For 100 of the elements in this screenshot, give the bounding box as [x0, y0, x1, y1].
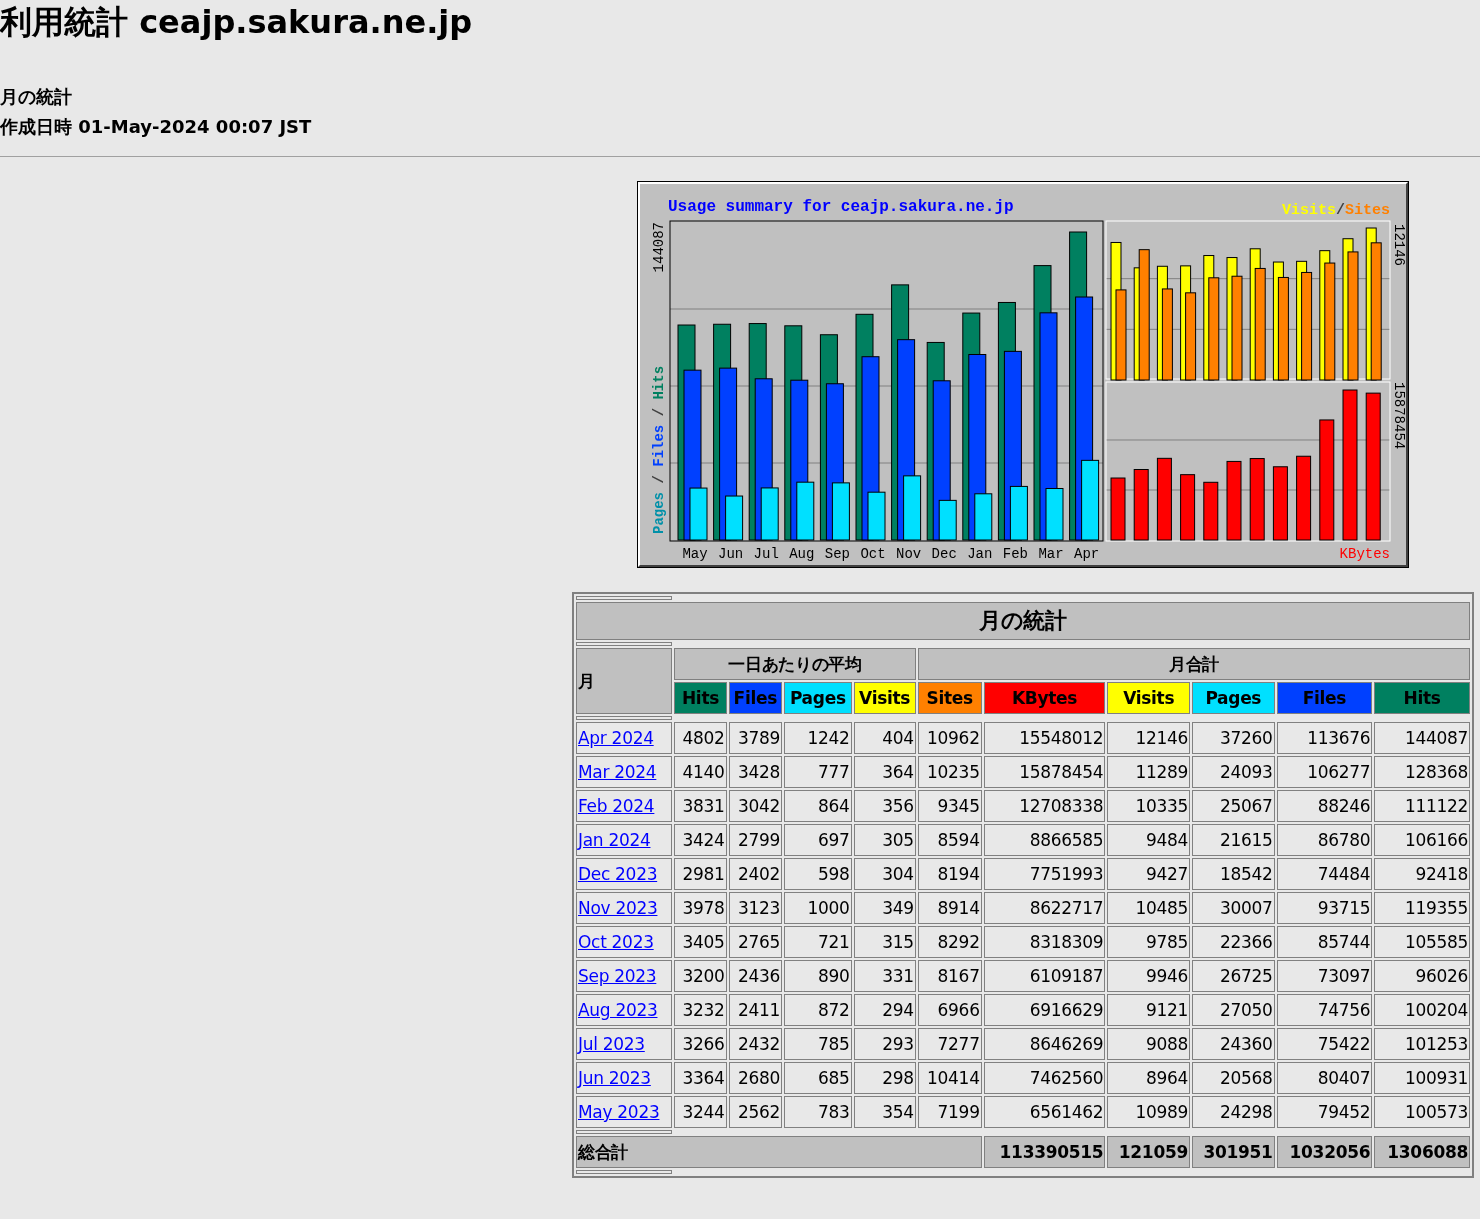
- table-cell: 3232: [674, 994, 727, 1026]
- table-cell: 73097: [1276, 960, 1373, 992]
- table-cell: 12708338: [983, 790, 1106, 822]
- table-cell: 721: [784, 926, 852, 958]
- table-cell: 27050: [1192, 994, 1275, 1026]
- table-cell: 304: [853, 858, 916, 890]
- table-cell: 305: [853, 824, 916, 856]
- table-cell: 15548012: [983, 722, 1106, 754]
- table-cell: 3244: [674, 1096, 727, 1128]
- table-cell: 1000: [784, 892, 852, 924]
- table-cell: 3266: [674, 1028, 727, 1060]
- axis-max-label: 144087: [651, 222, 667, 273]
- column-header: Hits: [674, 682, 727, 714]
- table-cell: 2432: [728, 1028, 783, 1060]
- table-cell: 8866585: [983, 824, 1106, 856]
- column-header: Files: [1276, 682, 1373, 714]
- table-cell: 79452: [1276, 1096, 1373, 1128]
- table-cell: 6561462: [983, 1096, 1106, 1128]
- table-cell: 2765: [728, 926, 783, 958]
- table-cell: 890: [784, 960, 852, 992]
- table-cell: 26725: [1192, 960, 1275, 992]
- table-cell: 74484: [1276, 858, 1373, 890]
- table-cell: 7462560: [983, 1062, 1106, 1094]
- table-cell: 10335: [1107, 790, 1190, 822]
- column-header: Files: [728, 682, 783, 714]
- column-header: Sites: [917, 682, 982, 714]
- table-cell: 4140: [674, 756, 727, 788]
- table-cell: 7751993: [983, 858, 1106, 890]
- table-cell: 105585: [1374, 926, 1470, 958]
- table-cell: 864: [784, 790, 852, 822]
- table-cell: 8964: [1107, 1062, 1190, 1094]
- table-cell: 3123: [728, 892, 783, 924]
- table-cell: 24360: [1192, 1028, 1275, 1060]
- table-cell: 21615: [1192, 824, 1275, 856]
- table-cell: 2436: [728, 960, 783, 992]
- table-cell: 9345: [917, 790, 982, 822]
- table-cell: 3200: [674, 960, 727, 992]
- table-cell: 9121: [1107, 994, 1190, 1026]
- table-cell: 354: [853, 1096, 916, 1128]
- table-cell: 8194: [917, 858, 982, 890]
- axis-max-label: 15878454: [1391, 382, 1406, 450]
- table-cell: 8167: [917, 960, 982, 992]
- table-cell: 3042: [728, 790, 783, 822]
- table-cell: 356: [853, 790, 916, 822]
- table-cell: 86780: [1276, 824, 1373, 856]
- kbytes-bar: [1203, 481, 1219, 541]
- table-cell: 11289: [1107, 756, 1190, 788]
- table-cell: 6916629: [983, 994, 1106, 1026]
- table-cell: 100931: [1374, 1062, 1470, 1094]
- table-cell: 685: [784, 1062, 852, 1094]
- month-label: Sep: [824, 546, 850, 562]
- table-cell: 10962: [917, 722, 982, 754]
- month-label: Feb: [1002, 546, 1028, 562]
- table-cell: 20568: [1192, 1062, 1275, 1094]
- axis-legend: Pages / Files / Hits: [651, 365, 667, 534]
- table-cell: 10485: [1107, 892, 1190, 924]
- column-header: Hits: [1374, 682, 1470, 714]
- column-header: Pages: [1192, 682, 1275, 714]
- table-cell: 8318309: [983, 926, 1106, 958]
- table-cell: 6109187: [983, 960, 1106, 992]
- table-cell: 106277: [1276, 756, 1373, 788]
- column-header: Visits: [853, 682, 916, 714]
- table-cell: 298: [853, 1062, 916, 1094]
- table-cell: 1242: [784, 722, 852, 754]
- table-cell: 12146: [1107, 722, 1190, 754]
- table-cell: 144087: [1374, 722, 1470, 754]
- table-cell: 9484: [1107, 824, 1190, 856]
- table-cell: 9946: [1107, 960, 1190, 992]
- table-cell: 3789: [728, 722, 783, 754]
- total-cell: 1032056: [1276, 1136, 1373, 1168]
- table-cell: 18542: [1192, 858, 1275, 890]
- table-cell: 349: [853, 892, 916, 924]
- total-cell: 301951: [1192, 1136, 1275, 1168]
- table-cell: 697: [784, 824, 852, 856]
- month-label: Mar: [1038, 546, 1064, 562]
- table-cell: 293: [853, 1028, 916, 1060]
- table-cell: 2799: [728, 824, 783, 856]
- table-cell: 783: [784, 1096, 852, 1128]
- chart-legend: Visits/Sites: [1281, 202, 1390, 219]
- table-cell: 96026: [1374, 960, 1470, 992]
- table-cell: 10414: [917, 1062, 982, 1094]
- total-cell: 121059: [1107, 1136, 1190, 1168]
- table-cell: 2981: [674, 858, 727, 890]
- table-cell: 15878454: [983, 756, 1106, 788]
- total-cell: 1306088: [1374, 1136, 1470, 1168]
- table-cell: 598: [784, 858, 852, 890]
- month-label: Oct: [860, 546, 886, 562]
- generated-date: 作成日時 01-May-2024 00:07 JST: [0, 115, 313, 139]
- table-cell: 93715: [1276, 892, 1373, 924]
- table-cell: 3424: [674, 824, 727, 856]
- table-cell: 85744: [1276, 926, 1373, 958]
- table-cell: 37260: [1192, 722, 1275, 754]
- table-cell: 8622717: [983, 892, 1106, 924]
- kbytes-bar: [1133, 469, 1149, 541]
- axis-max-label: 12146: [1391, 224, 1406, 266]
- table-cell: 100204: [1374, 994, 1470, 1026]
- table-cell: 24298: [1192, 1096, 1275, 1128]
- table-cell: 10235: [917, 756, 982, 788]
- table-cell: 777: [784, 756, 852, 788]
- table-cell: 74756: [1276, 994, 1373, 1026]
